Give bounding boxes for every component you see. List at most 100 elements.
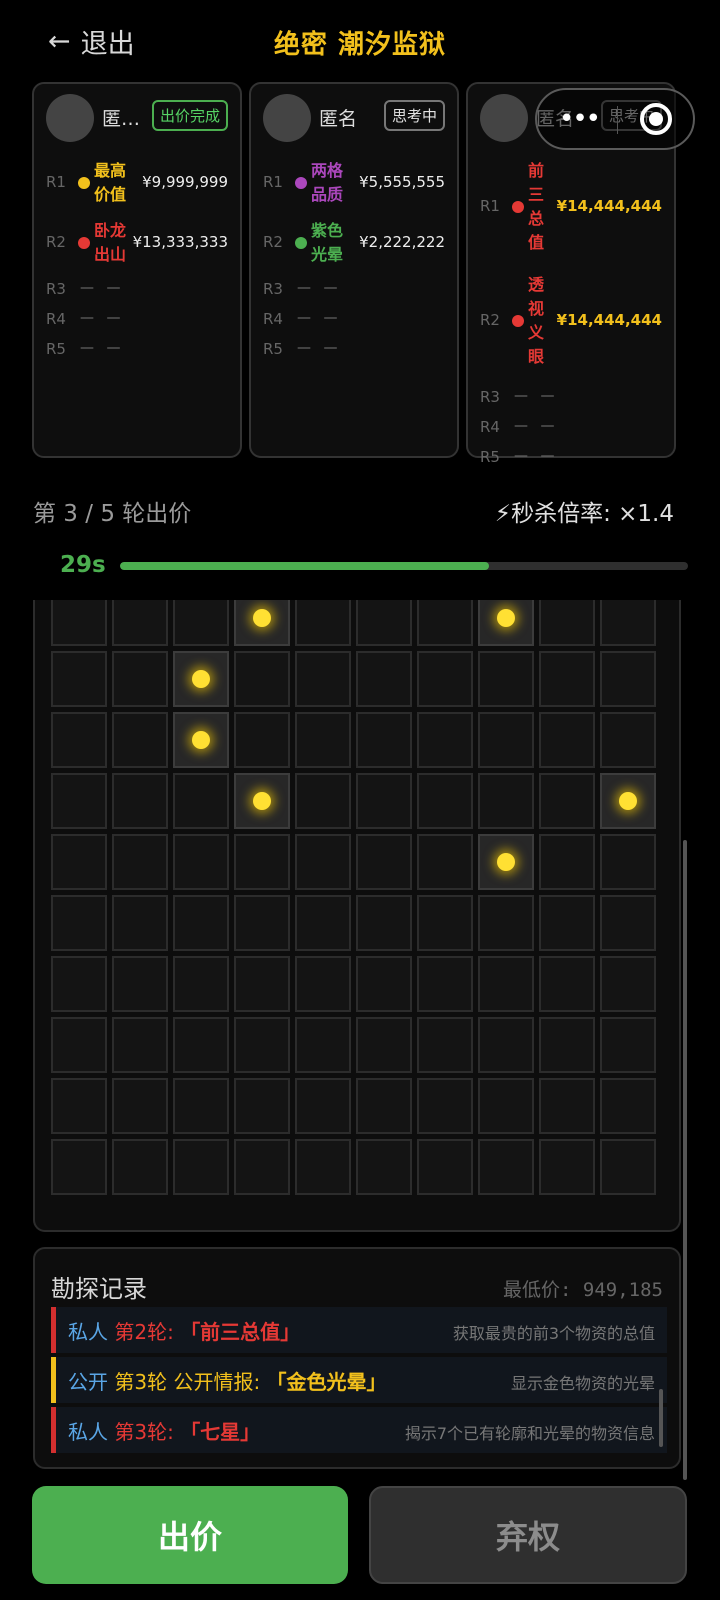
grid-cell[interactable] [539, 712, 595, 768]
grid-cell[interactable] [600, 712, 656, 768]
grid-cell[interactable] [234, 834, 290, 890]
grid-cell[interactable] [51, 1139, 107, 1195]
grid-cell[interactable] [417, 1017, 473, 1073]
grid-cell[interactable] [356, 1078, 412, 1134]
record-item[interactable]: 私人 第2轮: 「前三总值」 获取最贵的前3个物资的总值 [51, 1307, 667, 1353]
grid-cell[interactable] [478, 712, 534, 768]
grid-cell[interactable] [417, 834, 473, 890]
grid-cell[interactable] [51, 895, 107, 951]
grid-cell[interactable] [356, 895, 412, 951]
grid-cell[interactable] [600, 834, 656, 890]
record-item[interactable]: 公开 第3轮 公开情报: 「金色光晕」 显示金色物资的光晕 [51, 1357, 667, 1403]
grid-cell[interactable] [356, 956, 412, 1012]
grid-cell[interactable] [51, 773, 107, 829]
grid-cell[interactable] [539, 1078, 595, 1134]
player-card[interactable]: 匿… 出价完成 R1 最高 价值 ¥9,999,999 R2 卧龙 出山 ¥13,333,33… [32, 82, 242, 458]
grid-cell[interactable] [478, 773, 534, 829]
grid-cell[interactable] [417, 651, 473, 707]
grid-cell[interactable] [539, 895, 595, 951]
grid-cell[interactable] [417, 895, 473, 951]
grid-cell[interactable] [112, 895, 168, 951]
grid-cell[interactable] [356, 773, 412, 829]
grid-cell[interactable] [112, 1139, 168, 1195]
grid-cell[interactable] [600, 651, 656, 707]
player-card[interactable]: 匿名 思考中 R1 两格 品质 ¥5,555,555 R2 紫色 光晕 ¥2,222,222 R… [249, 82, 459, 458]
grid-cell[interactable] [600, 600, 656, 646]
grid-cell[interactable] [112, 651, 168, 707]
grid-cell[interactable] [417, 773, 473, 829]
give-up-button[interactable]: 弃权 [369, 1486, 687, 1584]
grid-cell-glow[interactable] [600, 773, 656, 829]
grid-cell[interactable] [295, 895, 351, 951]
grid-cell[interactable] [539, 773, 595, 829]
grid-cell[interactable] [295, 600, 351, 646]
records-scrollbar[interactable] [659, 1389, 663, 1447]
grid-cell[interactable] [478, 895, 534, 951]
bid-button[interactable]: 出价 [32, 1486, 348, 1584]
warehouse-grid-panel[interactable] [33, 600, 681, 1232]
grid-cell[interactable] [234, 1139, 290, 1195]
grid-cell[interactable] [295, 834, 351, 890]
page-scrollbar[interactable] [683, 840, 687, 1480]
grid-cell[interactable] [112, 600, 168, 646]
grid-cell[interactable] [356, 712, 412, 768]
grid-cell[interactable] [173, 956, 229, 1012]
grid-cell[interactable] [51, 1078, 107, 1134]
grid-cell[interactable] [112, 1078, 168, 1134]
grid-cell[interactable] [478, 1078, 534, 1134]
grid-cell[interactable] [417, 600, 473, 646]
grid-cell[interactable] [51, 712, 107, 768]
grid-cell[interactable] [295, 1017, 351, 1073]
grid-cell[interactable] [539, 1139, 595, 1195]
grid-cell[interactable] [51, 834, 107, 890]
grid-cell[interactable] [478, 956, 534, 1012]
grid-cell[interactable] [356, 834, 412, 890]
grid-cell[interactable] [539, 651, 595, 707]
grid-cell[interactable] [51, 651, 107, 707]
grid-cell[interactable] [478, 1017, 534, 1073]
grid-cell[interactable] [417, 712, 473, 768]
grid-cell[interactable] [600, 956, 656, 1012]
more-menu-icon[interactable]: ••• [559, 104, 601, 134]
grid-cell[interactable] [295, 712, 351, 768]
grid-cell[interactable] [234, 1078, 290, 1134]
grid-cell[interactable] [173, 773, 229, 829]
grid-cell[interactable] [173, 1139, 229, 1195]
grid-cell[interactable] [51, 600, 107, 646]
grid-cell[interactable] [539, 956, 595, 1012]
grid-cell[interactable] [295, 956, 351, 1012]
grid-cell[interactable] [295, 1139, 351, 1195]
grid-cell[interactable] [600, 1017, 656, 1073]
grid-cell[interactable] [234, 895, 290, 951]
grid-cell[interactable] [112, 1017, 168, 1073]
grid-cell[interactable] [356, 600, 412, 646]
grid-cell[interactable] [234, 956, 290, 1012]
grid-cell-glow[interactable] [173, 712, 229, 768]
grid-cell[interactable] [539, 1017, 595, 1073]
grid-cell[interactable] [173, 1017, 229, 1073]
grid-cell[interactable] [234, 1017, 290, 1073]
grid-cell[interactable] [356, 1017, 412, 1073]
grid-cell[interactable] [600, 895, 656, 951]
grid-cell[interactable] [112, 712, 168, 768]
grid-cell[interactable] [112, 956, 168, 1012]
grid-cell[interactable] [295, 651, 351, 707]
grid-cell[interactable] [478, 651, 534, 707]
grid-cell[interactable] [478, 1139, 534, 1195]
grid-cell-glow[interactable] [173, 651, 229, 707]
grid-cell[interactable] [417, 1139, 473, 1195]
grid-cell[interactable] [112, 834, 168, 890]
grid-cell-glow[interactable] [478, 834, 534, 890]
grid-cell[interactable] [51, 1017, 107, 1073]
grid-cell[interactable] [51, 956, 107, 1012]
grid-cell-glow[interactable] [234, 773, 290, 829]
grid-cell[interactable] [417, 956, 473, 1012]
grid-cell[interactable] [234, 651, 290, 707]
grid-cell[interactable] [356, 1139, 412, 1195]
grid-cell[interactable] [539, 600, 595, 646]
grid-cell[interactable] [600, 1139, 656, 1195]
grid-cell-glow[interactable] [234, 600, 290, 646]
grid-cell[interactable] [600, 1078, 656, 1134]
grid-cell-glow[interactable] [478, 600, 534, 646]
grid-cell[interactable] [417, 1078, 473, 1134]
